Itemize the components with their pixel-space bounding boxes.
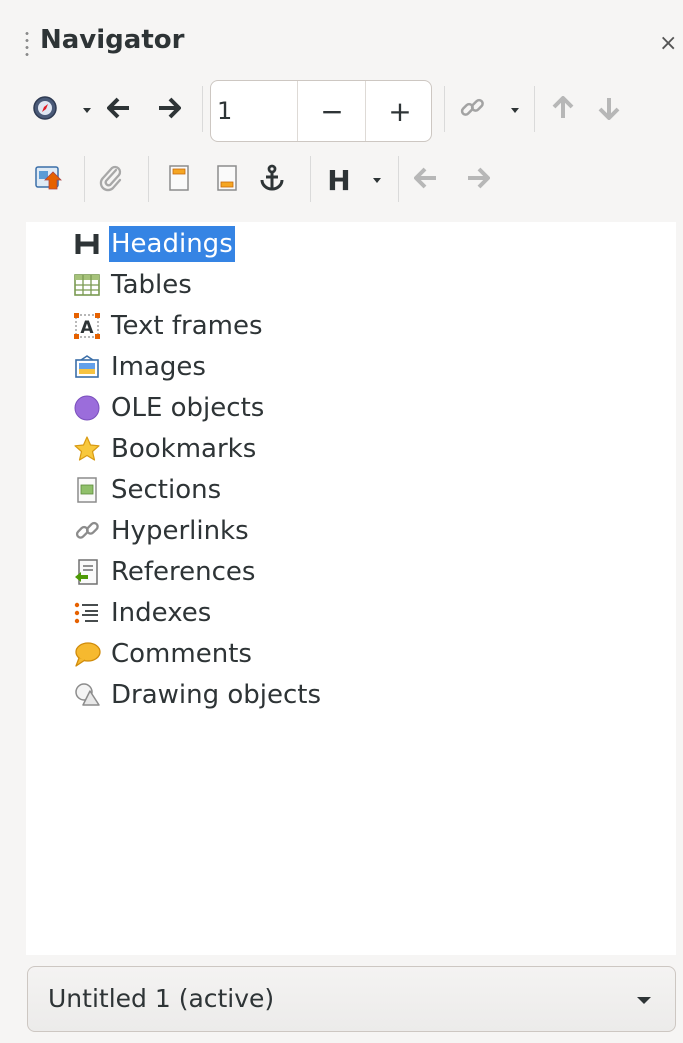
arrow-up-icon [552,96,574,124]
tree-item-tables[interactable]: Tables [72,266,194,304]
document-select-value: Untitled 1 (active) [48,984,275,1013]
navigate-by-button[interactable] [30,90,60,130]
tree-item-headings[interactable]: Headings [72,225,235,263]
tree-item-label: Indexes [111,598,212,628]
toolbar-separator [534,86,535,132]
tree-item-references[interactable]: References [72,553,257,591]
chevron-down-icon [510,107,519,113]
paperclip-icon [98,164,124,196]
heading-levels-icon: H [327,163,351,197]
content-toolbar: H [0,146,683,214]
compass-icon [32,95,58,125]
navigator-panel: Navigator × 1 − + H Headings Tables A Te… [0,0,683,1043]
toolbar-separator [310,156,311,202]
tree-item-label: Text frames [111,311,263,341]
navigate-by-dropdown[interactable] [78,90,92,130]
footer-button[interactable] [214,160,240,200]
decrement-button[interactable]: − [297,81,366,141]
comment-icon [72,639,102,669]
content-navigation-toggle[interactable] [32,160,66,200]
drawing-object-icon [72,680,102,710]
heading-levels-dropdown[interactable] [368,160,382,200]
toolbar-separator [444,86,445,132]
tree-item-sections[interactable]: Sections [72,471,223,509]
tree-item-label: Hyperlinks [111,516,249,546]
table-icon [72,270,102,300]
page-spinbutton: − + [210,80,432,142]
tree-item-label: Comments [111,639,252,669]
move-up-button[interactable] [548,90,578,130]
tree-item-indexes[interactable]: Indexes [72,594,213,632]
header-icon [168,164,190,196]
tree-item-label: Headings [109,226,235,262]
tree-item-hyperlinks[interactable]: Hyperlinks [72,512,251,550]
ole-object-icon [72,393,102,423]
toolbar-separator [84,156,85,202]
tree-item-label: Tables [111,270,192,300]
tree-item-ole-objects[interactable]: OLE objects [72,389,266,427]
drag-grip-icon[interactable] [25,30,29,58]
navigation-toolbar: − + [0,76,683,144]
anchor-icon [258,164,286,196]
tree-item-label: OLE objects [111,393,265,423]
tree-item-comments[interactable]: Comments [72,635,254,673]
drag-mode-dropdown[interactable] [506,90,520,130]
previous-button[interactable] [104,90,134,130]
tree-item-label: Images [111,352,206,382]
header-button[interactable] [166,160,192,200]
tree-item-bookmarks[interactable]: Bookmarks [72,430,258,468]
toolbar-separator [202,86,203,132]
tree-item-text-frames[interactable]: A Text frames [72,307,265,345]
arrow-right-icon [157,97,181,123]
tree-item-label: References [111,557,256,587]
tree-item-label: Bookmarks [111,434,257,464]
hyperlink-icon [72,516,102,546]
anchor-button[interactable] [256,160,288,200]
panel-title: Navigator [40,25,185,55]
arrow-down-icon [598,96,620,124]
tree-item-images[interactable]: Images [72,348,208,386]
close-button[interactable]: × [659,31,677,56]
index-icon [72,598,102,628]
chevron-down-icon [372,177,381,183]
drag-mode-button[interactable] [456,90,488,130]
image-icon [72,352,102,382]
section-icon [72,475,102,505]
content-tree: Headings Tables A Text frames Images OLE… [26,222,676,955]
reference-icon [72,557,102,587]
promote-button[interactable] [410,160,442,200]
arrow-right-icon [466,167,490,193]
arrow-left-icon [107,97,131,123]
footer-icon [216,164,238,196]
demote-button[interactable] [462,160,494,200]
next-button[interactable] [154,90,184,130]
chevron-down-icon [82,107,91,113]
text-frame-icon: A [72,311,102,341]
svg-text:A: A [80,318,94,338]
chevron-down-icon [637,997,651,1004]
tree-item-label: Sections [111,475,222,505]
link-icon [458,94,486,126]
star-icon [72,434,102,464]
move-down-button[interactable] [594,90,624,130]
attach-button[interactable] [96,160,126,200]
tree-item-drawing-objects[interactable]: Drawing objects [72,676,323,714]
heading-icon [72,229,102,259]
document-select[interactable]: Untitled 1 (active) [27,966,676,1032]
tree-item-label: Drawing objects [111,680,322,710]
toolbar-separator [398,156,399,202]
toolbar-separator [148,156,149,202]
page-number-input[interactable] [215,91,297,131]
arrow-left-icon [414,167,438,193]
heading-levels-button[interactable]: H [322,160,356,200]
increment-button[interactable]: + [365,81,434,141]
content-navigation-icon [34,163,64,197]
title-bar: Navigator × [0,14,683,70]
